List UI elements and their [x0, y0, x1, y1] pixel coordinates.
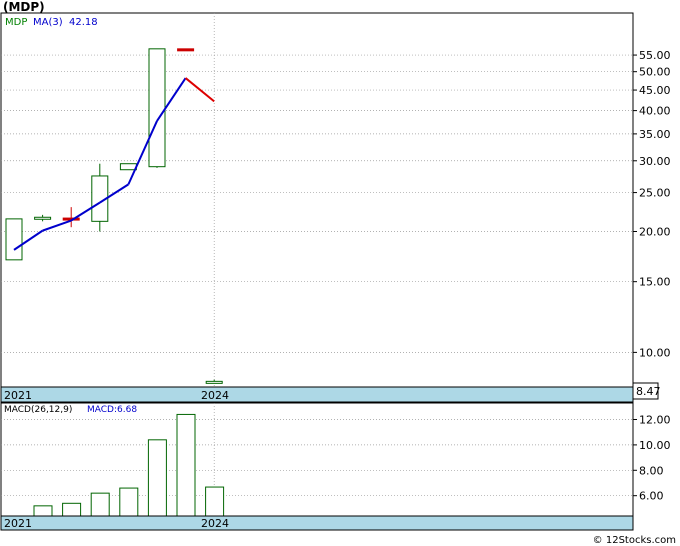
- macd-x-label-2024: 2024: [201, 517, 229, 530]
- macd-bar: [147, 439, 167, 517]
- macd-bar: [33, 505, 53, 517]
- watermark: © 12Stocks.com: [593, 535, 676, 546]
- price-tick-label: 20.00: [639, 225, 671, 238]
- macd-bar: [205, 486, 225, 517]
- price-tick-label: 35.00: [639, 128, 671, 141]
- candle-body: [34, 216, 52, 220]
- candle-body: [119, 163, 137, 171]
- price-x-label-2021: 2021: [4, 389, 32, 402]
- price-tick-label: 10.00: [639, 346, 671, 359]
- macd-value-label: MACD:6.68: [87, 405, 137, 415]
- price-tick-label: 45.00: [639, 84, 671, 97]
- legend-ma-label: MA(3): [33, 17, 63, 28]
- ticker-title: (MDP): [3, 0, 45, 14]
- candle-body: [177, 48, 195, 52]
- price-tick-label: 25.00: [639, 187, 671, 200]
- legend-symbol: MDP: [5, 17, 27, 28]
- macd-params-label: MACD(26,12,9): [4, 405, 72, 415]
- macd-bar: [176, 413, 196, 517]
- macd-bar: [119, 487, 139, 517]
- last-price-label: 8.47: [636, 385, 661, 398]
- macd-tick-label: 12.00: [639, 414, 671, 427]
- macd-panel: 12.00 10.00 8.00 6.00 MACD(26,12,9) MACD:6.…: [0, 402, 671, 531]
- price-tick-label: 40.00: [639, 105, 671, 118]
- macd-tick-label: 6.00: [639, 490, 664, 503]
- stock-chart: 55.00 50.00 45.00 40.00 35.00 30.00 25.00 20.00…: [0, 0, 676, 546]
- price-tick-label: 15.00: [639, 276, 671, 289]
- candle-body: [148, 48, 166, 168]
- macd-bar: [90, 492, 110, 517]
- macd-tick-label: 8.00: [639, 464, 664, 477]
- macd-axis: 12.00 10.00 8.00 6.00: [633, 414, 671, 503]
- legend-ma-value: 42.18: [69, 17, 98, 28]
- price-panel: 55.00 50.00 45.00 40.00 35.00 30.00 25.00 20.00…: [0, 0, 671, 403]
- candle-body: [5, 218, 23, 261]
- price-axis: 55.00 50.00 45.00 40.00 35.00 30.00 25.00 20.00…: [633, 49, 671, 359]
- macd-tick-label: 10.00: [639, 439, 671, 452]
- price-x-axis-band: [0, 386, 634, 403]
- price-tick-label: 50.00: [639, 66, 671, 79]
- macd-x-axis-band: [0, 515, 634, 531]
- macd-x-label-2021: 2021: [4, 517, 32, 530]
- price-x-label-2024: 2024: [201, 389, 229, 402]
- candle-body: [205, 380, 223, 384]
- price-tick-label: 30.00: [639, 155, 671, 168]
- price-tick-label: 55.00: [639, 49, 671, 62]
- macd-bar: [62, 502, 82, 517]
